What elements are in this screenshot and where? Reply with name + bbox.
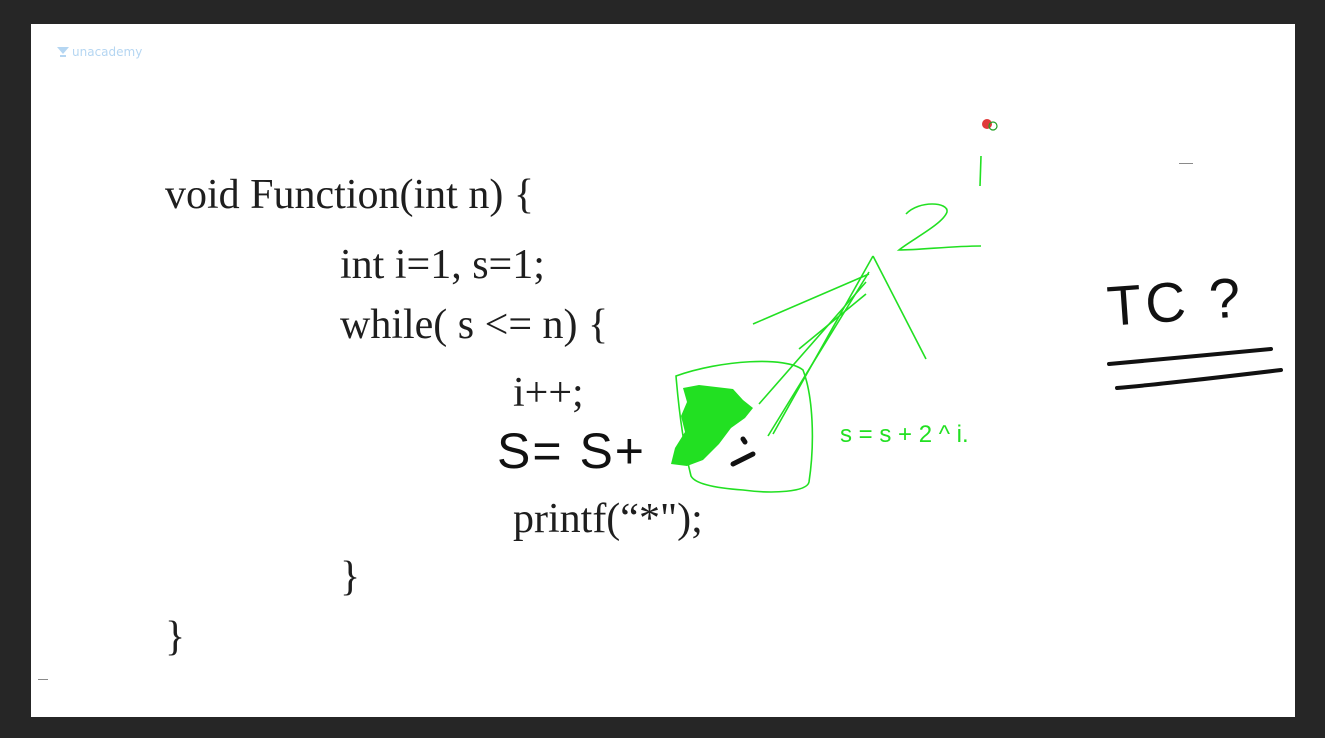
green-arrow-line-2 [758,281,867,405]
green-exponent-two [896,203,982,251]
green-caret-left [772,255,874,435]
laser-pointer-dot [982,119,998,131]
stray-mark-left [38,679,48,680]
green-arrow-line-4 [798,293,867,350]
black-pen-semicolon [730,436,756,467]
green-exponent-i-stroke [979,155,982,187]
time-complexity-question: TC ? [1104,265,1247,338]
green-note-recurrence: s = s + 2 ^ i. [840,421,969,448]
green-caret-right [872,255,927,360]
annotation-ink-layer [671,119,1283,493]
slide-canvas: unacademy void Function(int n) { int i=1… [31,24,1295,717]
green-highlight-blob [671,385,753,466]
tc-double-underline [1107,347,1283,390]
handwritten-s-equals-line: S= S+ [497,423,646,479]
stray-mark-right [1179,163,1193,164]
